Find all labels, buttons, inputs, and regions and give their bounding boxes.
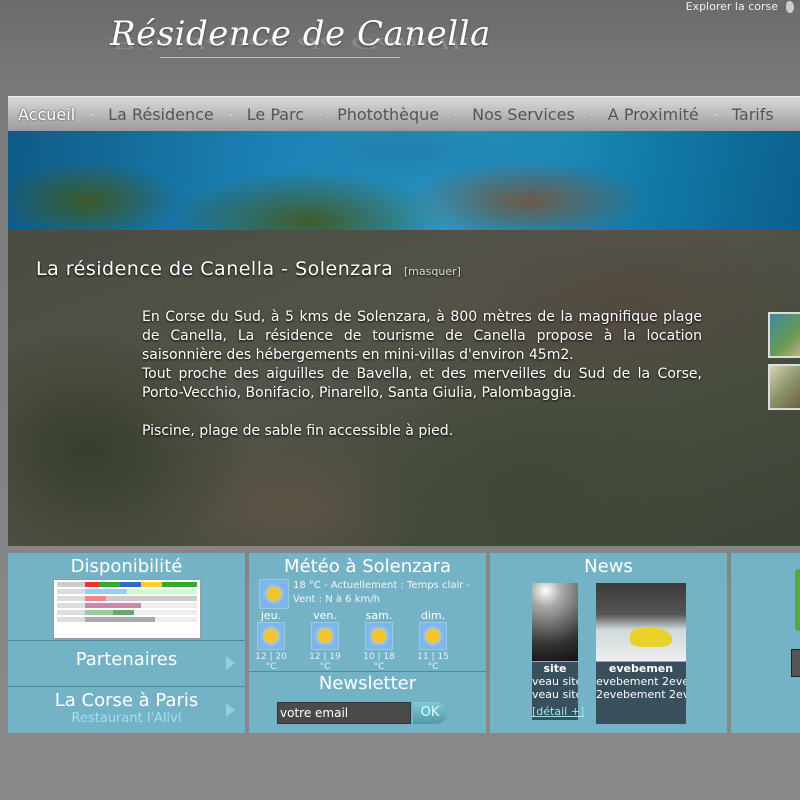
current-weather: 18 °C - Actuellement : Temps clair - Ven… [293,580,471,605]
weather-panel: Météo à Solenzara 18 °C - Actuellement :… [249,553,486,733]
side-panel [731,553,800,733]
nav-separator [89,111,95,117]
news-item: evebemen evebement 2eve 2evebement 2ev [596,662,686,724]
side-widget[interactable] [791,649,800,677]
hero-paragraph: Tout proche des aiguilles de Bavella, et… [142,366,702,401]
sun-icon [257,622,285,650]
divider [249,671,486,672]
weather-title: Météo à Solenzara [283,556,452,577]
hero-paragraph: En Corse du Sud, à 5 kms de Solenzara, à… [142,309,702,363]
news-line: veau site [532,675,578,688]
forecast-day-name: dim. [420,609,446,622]
nav-item-tarifs[interactable]: Tarifs [722,105,784,124]
gallery-thumbnail[interactable] [768,364,800,410]
chevron-right-icon [226,703,235,717]
sun-cloud-icon [365,622,393,650]
corse-paris-link[interactable]: La Corse à Paris Restaurant l'Alivi [8,687,245,733]
nav-item-a-proximite[interactable]: A Proximité [598,105,709,124]
news-panel: News site veau site veau site evebemen e… [490,553,727,733]
news-heading: evebemen [608,662,674,675]
forecast-day-name: sam. [365,609,393,622]
partners-label: Partenaires [75,649,178,670]
jetski-shape [630,627,672,647]
green-badge [795,569,800,631]
main-nav: Accueil La Résidence Le Parc Photothèque… [8,96,800,132]
corsica-map-icon [786,1,794,13]
forecast-day: sam. 10 | 18 °C [359,609,399,672]
explore-corse-link[interactable]: Explorer la corse [686,0,778,13]
sun-icon [419,622,447,650]
newsletter-title: Newsletter [318,673,417,694]
forecast-day-name: ven. [313,609,337,622]
coastline-banner-image [8,131,800,230]
nav-separator [588,111,594,117]
corse-paris-label: La Corse à Paris [54,690,199,711]
availability-title[interactable]: Disponibilité [8,556,245,577]
nav-separator [318,111,324,117]
forecast-temp: 10 | 18 °C [363,652,395,672]
hero-title-text: La résidence de Canella - Solenzara [36,258,394,280]
hero-title: La résidence de Canella - Solenzara [mas… [36,258,461,280]
hero-description: En Corse du Sud, à 5 kms de Solenzara, à… [142,308,702,441]
sun-icon [259,579,289,609]
forecast-day-name: jeu. [260,609,282,622]
nav-item-le-parc[interactable]: Le Parc [237,105,314,124]
gallery-thumbnail[interactable] [768,312,800,358]
nav-item-la-residence[interactable]: La Résidence [98,105,224,124]
logo-reflection: Résidence de Canella [110,34,481,52]
news-line: 2evebement 2ev [596,688,686,701]
nav-separator [712,111,718,117]
news-line: evebement 2eve [596,675,686,688]
availability-calendar-image[interactable] [53,579,201,639]
subscribe-button[interactable]: OK [413,702,447,724]
hero-paragraph: Piscine, plage de sable fin accessible à… [142,423,454,439]
forecast-temp: 12 | 19 °C [309,652,341,672]
email-field[interactable]: votre email [277,702,411,724]
logo-underline [160,57,400,58]
hero-aerial-image: La résidence de Canella - Solenzara [mas… [8,230,800,546]
nav-item-nos-services[interactable]: Nos Services [462,105,585,124]
forecast-temp: 11 | 15 °C [417,652,449,672]
hide-text-link[interactable]: [masquer] [404,265,461,278]
news-image[interactable] [596,583,686,661]
chevron-right-icon [226,656,235,670]
news-image[interactable] [532,583,578,661]
news-detail-link[interactable]: [détail +] [532,705,584,718]
restaurant-alivi-link[interactable]: Restaurant l'Alivi [8,711,245,726]
nav-separator [453,111,459,117]
availability-panel: Disponibilité Partenaires La Corse à Par… [8,553,245,733]
forecast-day: ven. 12 | 19 °C [305,609,345,672]
forecast-day: jeu. 12 | 20 °C [251,609,291,672]
forecast-temp: 12 | 20 °C [255,652,287,672]
news-title: News [584,556,633,577]
nav-separator [227,111,233,117]
news-line: veau site [532,688,578,701]
sun-cloud-icon [311,622,339,650]
nav-item-accueil[interactable]: Accueil [8,105,85,124]
nav-item-phototheque[interactable]: Photothèque [327,105,449,124]
news-heading: site [543,662,567,675]
forecast-day: dim. 11 | 15 °C [413,609,453,672]
partners-link[interactable]: Partenaires [8,641,245,685]
